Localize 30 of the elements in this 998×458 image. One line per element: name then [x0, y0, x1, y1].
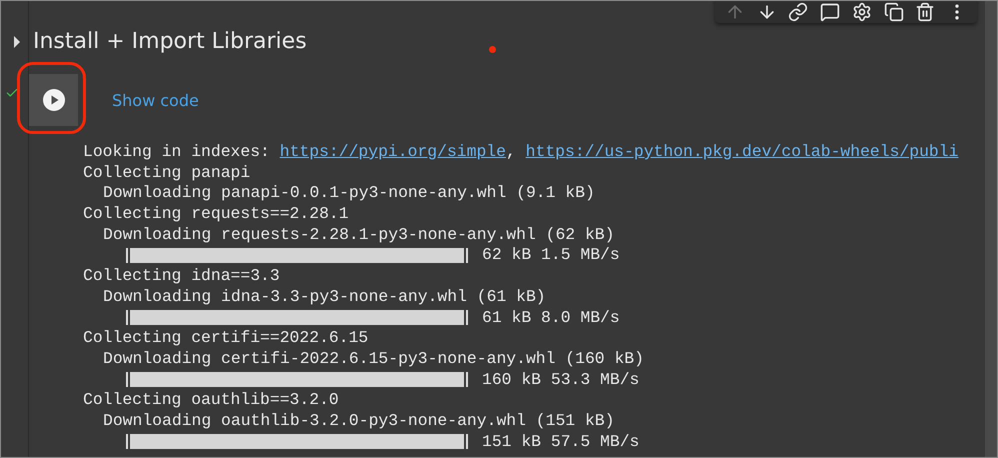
output-line: Looking in indexes: https://pypi.org/simple, https://us-python.pkg.dev/colab-wheels/publi [83, 142, 958, 163]
show-code-link[interactable]: Show code [112, 90, 199, 110]
settings-icon[interactable] [852, 2, 872, 22]
highlight-ring [17, 62, 86, 134]
caret-icon[interactable] [13, 36, 21, 48]
play-icon [42, 88, 66, 112]
section-title: Install + Import Libraries [33, 29, 307, 54]
output-line: Collecting oauthlib==3.2.0 [83, 390, 339, 411]
link-icon[interactable] [788, 2, 808, 22]
progress-reading: 62 kB 1.5 MB/s [482, 245, 620, 266]
copy-icon[interactable] [884, 2, 904, 22]
output-line: Collecting panapi [83, 162, 250, 184]
index-link[interactable]: https://pypi.org/simple [280, 142, 506, 161]
output-line: Downloading idna-3.3-py3-none-any.whl (61 kB) [103, 286, 546, 308]
index-link[interactable]: https://us-python.pkg.dev/colab-wheels/publi [526, 142, 958, 161]
output-line: Downloading panapi-0.0.1-py3-none-any.whl (9.1 kB) [103, 183, 595, 204]
output-line: Downloading requests-2.28.1-py3-none-any.whl (62 kB) [103, 224, 614, 246]
progress-reading: 151 kB 57.5 MB/s [482, 432, 640, 452]
run-button[interactable] [29, 74, 78, 126]
comment-icon[interactable] [820, 2, 840, 22]
output-line: Downloading certifi-2022.6.15-py3-none-any.whl (160 kB) [103, 348, 644, 370]
progress-reading: 61 kB 8.0 MB/s [482, 308, 620, 328]
output-line: Collecting requests==2.28.1 [83, 204, 349, 225]
trash-icon[interactable] [915, 2, 936, 22]
output-line: Collecting idna==3.3 [83, 266, 280, 287]
output-line: Downloading oauthlib-3.2.0-py3-none-any.whl (151 kB) [103, 410, 614, 432]
scrollbar[interactable] [985, 1, 997, 457]
marker-dot [489, 46, 496, 53]
progress-reading: 160 kB 53.3 MB/s [482, 370, 640, 390]
output-line: Collecting certifi==2022.6.15 [83, 328, 368, 349]
